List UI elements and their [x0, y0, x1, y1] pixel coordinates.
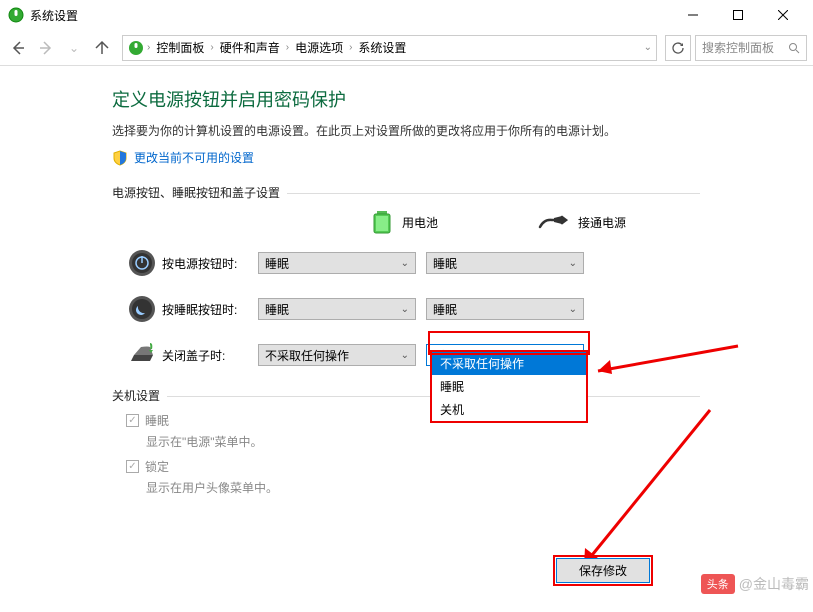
- battery-icon: [372, 209, 392, 235]
- up-button[interactable]: [90, 36, 114, 60]
- sleep-check-label: 睡眠: [145, 412, 169, 429]
- sleep-button-icon: [128, 295, 156, 323]
- highlight-box: 保存修改: [553, 555, 653, 586]
- row-label: 按睡眠按钮时:: [162, 301, 258, 318]
- col-plugged-label: 接通电源: [578, 214, 626, 231]
- save-button[interactable]: 保存修改: [556, 558, 650, 583]
- row-power-button: 按电源按钮时: 睡眠⌄ 睡眠⌄: [112, 249, 700, 277]
- lid-icon: [128, 341, 156, 369]
- power-battery-dropdown[interactable]: 睡眠⌄: [258, 252, 416, 274]
- chevron-right-icon: ›: [145, 42, 152, 53]
- row-label: 按电源按钮时:: [162, 255, 258, 272]
- page-desc: 选择要为你的计算机设置的电源设置。在此页上对设置所做的更改将应用于你所有的电源计…: [112, 122, 700, 139]
- sleep-check-desc: 显示在"电源"菜单中。: [146, 433, 700, 450]
- chevron-down-icon[interactable]: ⌄: [644, 42, 652, 53]
- chevron-down-icon: ⌄: [569, 304, 577, 315]
- watermark-tag: 头条: [701, 574, 735, 594]
- breadcrumb-seg[interactable]: 硬件和声音: [216, 39, 284, 56]
- chevron-right-icon: ›: [208, 42, 215, 53]
- maximize-button[interactable]: [715, 1, 760, 29]
- back-button[interactable]: [6, 36, 30, 60]
- lock-check-label: 锁定: [145, 458, 169, 475]
- window-title: 系统设置: [30, 7, 670, 24]
- navbar: ⌄ › 控制面板 › 硬件和声音 › 电源选项 › 系统设置 ⌄ 搜索控制面板: [0, 30, 813, 66]
- power-icon: [127, 39, 145, 57]
- app-icon: [8, 7, 24, 23]
- sleep-plugged-dropdown[interactable]: 睡眠⌄: [426, 298, 584, 320]
- chevron-down-icon: ⌄: [401, 258, 409, 269]
- row-sleep-button: 按睡眠按钮时: 睡眠⌄ 睡眠⌄: [112, 295, 700, 323]
- lid-plugged-dropdown-list[interactable]: 不采取任何操作 睡眠 关机: [430, 350, 588, 423]
- row-label: 关闭盖子时:: [162, 347, 258, 364]
- row-close-lid: 关闭盖子时: 不采取任何操作⌄ 睡眠⌄: [112, 341, 700, 369]
- dropdown-option[interactable]: 睡眠: [432, 375, 586, 398]
- page-heading: 定义电源按钮并启用密码保护: [112, 86, 700, 112]
- dropdown-option[interactable]: 关机: [432, 398, 586, 421]
- search-icon: [788, 42, 800, 54]
- breadcrumb-seg[interactable]: 电源选项: [291, 39, 347, 56]
- plug-icon: [538, 213, 568, 231]
- forward-button[interactable]: [34, 36, 58, 60]
- chevron-right-icon: ›: [284, 42, 291, 53]
- close-button[interactable]: [760, 1, 805, 29]
- dropdown-option[interactable]: 不采取任何操作: [432, 352, 586, 375]
- watermark-name: @金山毒霸: [739, 574, 809, 594]
- col-battery-label: 用电池: [402, 214, 438, 231]
- breadcrumb-seg[interactable]: 控制面板: [152, 39, 208, 56]
- search-input[interactable]: 搜索控制面板: [695, 35, 807, 61]
- watermark: 头条 @金山毒霸: [701, 574, 809, 594]
- power-plugged-dropdown[interactable]: 睡眠⌄: [426, 252, 584, 274]
- chevron-down-icon: ⌄: [401, 350, 409, 361]
- lock-checkbox: ✓: [126, 460, 139, 473]
- recent-button[interactable]: ⌄: [62, 36, 86, 60]
- button-section-header: 电源按钮、睡眠按钮和盖子设置: [112, 184, 700, 201]
- chevron-down-icon: ⌄: [569, 258, 577, 269]
- shutdown-section-header: 关机设置: [112, 387, 700, 404]
- sleep-battery-dropdown[interactable]: 睡眠⌄: [258, 298, 416, 320]
- chevron-down-icon: ⌄: [401, 304, 409, 315]
- power-button-icon: [128, 249, 156, 277]
- search-placeholder: 搜索控制面板: [702, 39, 774, 56]
- shield-icon: [112, 150, 128, 166]
- lock-check-desc: 显示在用户头像菜单中。: [146, 479, 700, 496]
- breadcrumb[interactable]: › 控制面板 › 硬件和声音 › 电源选项 › 系统设置 ⌄: [122, 35, 657, 61]
- content: 定义电源按钮并启用密码保护 选择要为你的计算机设置的电源设置。在此页上对设置所做…: [0, 66, 700, 496]
- breadcrumb-seg[interactable]: 系统设置: [354, 39, 410, 56]
- titlebar: 系统设置: [0, 0, 813, 30]
- refresh-button[interactable]: [665, 35, 691, 61]
- minimize-button[interactable]: [670, 1, 715, 29]
- sleep-checkbox: ✓: [126, 414, 139, 427]
- lid-battery-dropdown[interactable]: 不采取任何操作⌄: [258, 344, 416, 366]
- chevron-right-icon: ›: [347, 42, 354, 53]
- change-unavailable-link[interactable]: 更改当前不可用的设置: [134, 149, 254, 166]
